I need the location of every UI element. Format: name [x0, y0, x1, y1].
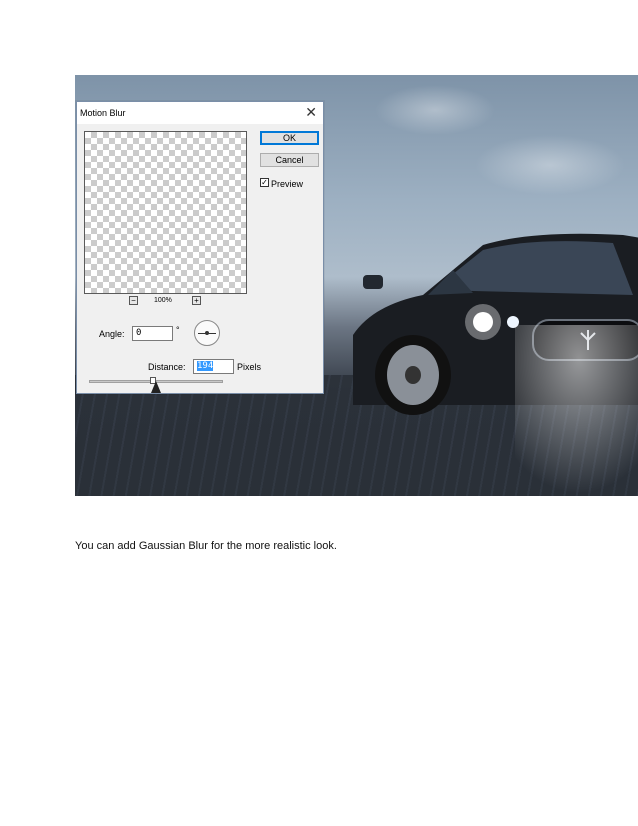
angle-dial[interactable] [194, 320, 220, 346]
angle-dial-center [205, 331, 209, 335]
zoom-in-button[interactable]: + [192, 296, 201, 305]
distance-unit-label: Pixels [237, 362, 262, 372]
angle-input[interactable]: 0 [132, 326, 173, 341]
preview-canvas[interactable] [84, 131, 247, 294]
zoom-out-button[interactable]: − [129, 296, 138, 305]
headlight-beam [515, 325, 638, 495]
preview-checkbox[interactable]: ✓ [260, 178, 269, 187]
zoom-level: 100% [154, 297, 172, 304]
angle-value: 0 [136, 328, 142, 338]
cloud [375, 85, 495, 135]
mouse-cursor-icon [151, 381, 161, 393]
angle-degree-unit: ° [176, 325, 180, 335]
preview-checkbox-label: Preview [271, 179, 304, 189]
distance-value: 194 [197, 361, 214, 371]
caption-text: You can add Gaussian Blur for the more r… [75, 540, 337, 552]
distance-label: Distance: [148, 362, 186, 372]
dialog-titlebar[interactable]: Motion Blur ✕ [77, 102, 323, 124]
close-icon[interactable]: ✕ [305, 104, 317, 121]
cloud [475, 135, 625, 195]
cancel-button[interactable]: Cancel [260, 153, 319, 167]
angle-label: Angle: [99, 329, 125, 339]
distance-input[interactable]: 194 [193, 359, 234, 374]
dialog-title: Motion Blur [80, 108, 126, 118]
ok-button[interactable]: OK [260, 131, 319, 145]
motion-blur-dialog: Motion Blur ✕ OK Cancel ✓ Preview − 100%… [76, 101, 324, 394]
